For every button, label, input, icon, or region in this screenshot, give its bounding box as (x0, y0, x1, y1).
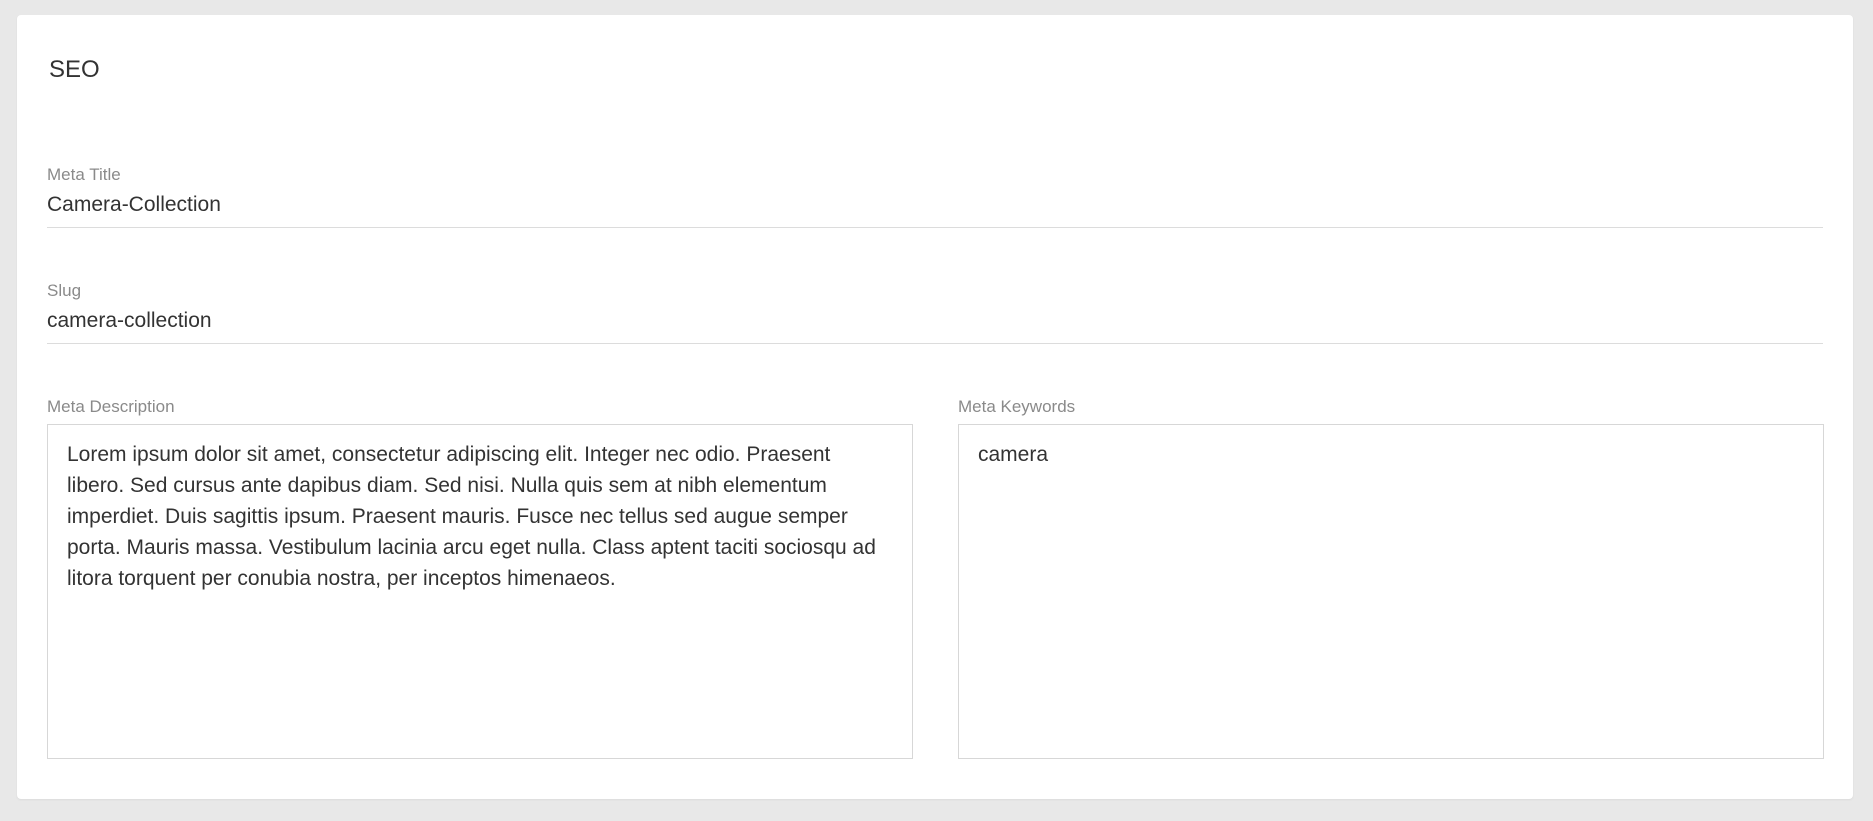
meta-title-input[interactable] (47, 191, 1823, 228)
meta-keywords-label: Meta Keywords (958, 397, 1076, 416)
section-title: SEO (49, 56, 100, 83)
meta-description-label: Meta Description (47, 397, 175, 416)
seo-card: SEO Meta Title Slug Meta Description Lor… (17, 15, 1853, 799)
slug-label: Slug (47, 281, 82, 300)
slug-field: Slug (47, 281, 1823, 344)
meta-description-textarea[interactable]: Lorem ipsum dolor sit amet, consectetur … (47, 424, 913, 759)
meta-title-label: Meta Title (47, 165, 121, 184)
meta-keywords-field: Meta Keywords camera (958, 397, 1824, 759)
meta-description-field: Meta Description Lorem ipsum dolor sit a… (47, 397, 913, 759)
slug-input[interactable] (47, 307, 1823, 344)
meta-keywords-textarea[interactable]: camera (958, 424, 1824, 759)
meta-title-field: Meta Title (47, 165, 1823, 228)
